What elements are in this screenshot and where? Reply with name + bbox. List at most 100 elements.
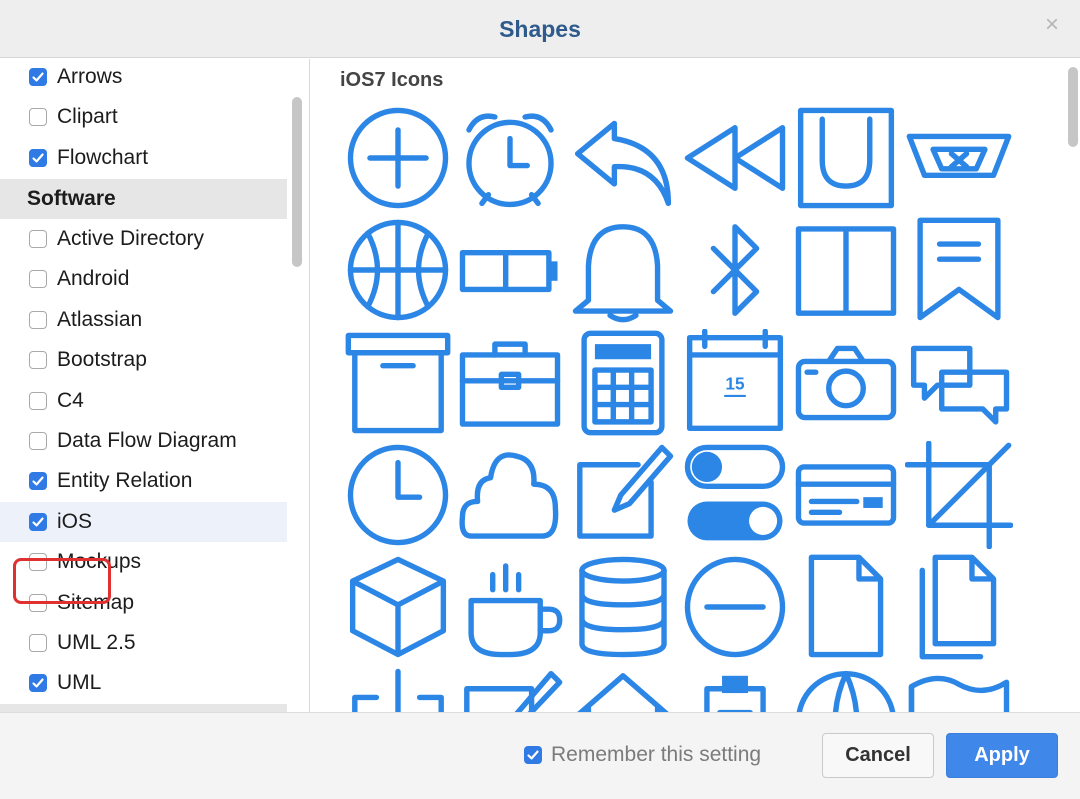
library-item-uml-2-5[interactable]: UML 2.5 — [0, 623, 287, 663]
archive-box-icon — [345, 332, 451, 434]
library-item-label: Flowchart — [57, 145, 149, 169]
basketball-icon — [347, 219, 449, 321]
library-checkbox[interactable] — [29, 512, 47, 531]
apply-button[interactable]: Apply — [946, 733, 1058, 778]
shape-alarm-clock[interactable] — [456, 104, 564, 212]
library-item-data-flow-diagram[interactable]: Data Flow Diagram — [0, 421, 287, 461]
bluetooth-icon — [710, 224, 760, 316]
shape-calculator[interactable] — [569, 329, 677, 437]
cancel-button[interactable]: Cancel — [822, 733, 934, 778]
library-item-atlassian[interactable]: Atlassian — [0, 300, 287, 340]
library-checkbox[interactable] — [29, 148, 47, 167]
shape-database[interactable] — [569, 553, 677, 661]
shape-calendar[interactable]: 15 — [681, 329, 789, 437]
shape-credit-card[interactable] — [792, 441, 900, 549]
remember-setting-checkbox[interactable]: Remember this setting — [524, 743, 761, 767]
library-checkbox[interactable] — [29, 674, 47, 693]
library-checkbox[interactable] — [29, 432, 47, 450]
shape-download[interactable] — [344, 665, 452, 712]
library-item-label: iOS — [57, 509, 93, 533]
library-item-mockups[interactable]: Mockups — [0, 542, 287, 582]
close-icon: × — [1044, 11, 1059, 38]
library-checkbox[interactable] — [29, 351, 47, 370]
shape-cube[interactable] — [344, 553, 452, 661]
shape-rewind[interactable] — [681, 104, 789, 212]
shape-toggle-switches[interactable] — [681, 441, 789, 549]
library-item-sitemap[interactable]: Sitemap — [0, 583, 287, 623]
library-item-entity-relation[interactable]: Entity Relation — [0, 461, 287, 501]
shape-magnet[interactable] — [792, 104, 900, 212]
shape-bookmark[interactable] — [905, 216, 1013, 324]
shape-battery[interactable] — [456, 216, 564, 324]
chat-bubbles-icon — [910, 345, 1010, 425]
shape-camera[interactable] — [792, 329, 900, 437]
rewind-icon — [684, 125, 786, 191]
library-item-c4[interactable]: C4 — [0, 381, 287, 421]
shape-clipboard[interactable] — [681, 665, 789, 712]
library-checkbox[interactable] — [29, 68, 47, 86]
shape-preview-panel: iOS7 Icons 15 — [311, 59, 1080, 712]
globe-icon — [796, 670, 896, 712]
minus-circle-icon — [684, 556, 786, 658]
shape-clock[interactable] — [344, 441, 452, 549]
shape-bluetooth[interactable] — [681, 216, 789, 324]
toggle-switches-icon — [684, 444, 786, 541]
remember-checkbox-box[interactable] — [524, 746, 542, 764]
library-item-label: UML 2.5 — [57, 631, 136, 654]
shape-briefcase[interactable] — [456, 329, 564, 437]
library-item-uml[interactable]: UML — [0, 663, 287, 703]
shape-flag[interactable] — [905, 665, 1013, 712]
shape-globe[interactable] — [792, 665, 900, 712]
cloud-icon — [459, 452, 559, 539]
bell-icon — [572, 224, 674, 323]
shape-edit[interactable] — [456, 665, 564, 712]
library-item-active-directory[interactable]: Active Directory — [0, 219, 287, 259]
close-button[interactable]: × — [1040, 12, 1064, 38]
svg-text:15: 15 — [725, 373, 745, 393]
library-item-android[interactable]: Android — [0, 259, 287, 299]
shape-open-book[interactable] — [792, 216, 900, 324]
library-item-bootstrap[interactable]: Bootstrap — [0, 340, 287, 380]
shape-chat-bubbles[interactable] — [905, 329, 1013, 437]
library-item-clipart[interactable]: Clipart — [0, 97, 287, 137]
shape-crop[interactable] — [905, 441, 1013, 549]
library-item-flowchart[interactable]: Flowchart — [0, 138, 287, 178]
shape-inbox-tray[interactable] — [905, 104, 1013, 212]
library-item-arrows[interactable]: Arrows — [0, 59, 287, 97]
shape-basketball[interactable] — [344, 216, 452, 324]
home-icon — [577, 673, 669, 712]
dialog-title: Shapes — [499, 16, 581, 42]
bookmark-icon — [917, 217, 1001, 321]
shape-coffee-cup[interactable] — [456, 553, 564, 661]
preview-scrollbar-thumb[interactable] — [1068, 67, 1078, 147]
library-item-label: Sitemap — [57, 590, 135, 614]
shape-reply[interactable] — [569, 104, 677, 212]
shape-documents[interactable] — [905, 553, 1013, 661]
reply-icon — [574, 120, 672, 207]
shape-minus-circle[interactable] — [681, 553, 789, 661]
library-item-label: Data Flow Diagram — [57, 429, 237, 452]
library-checkbox[interactable] — [29, 593, 47, 612]
calendar-icon: 15 — [686, 329, 784, 432]
library-item-label: Active Directory — [57, 227, 205, 250]
library-checkbox[interactable] — [29, 270, 47, 289]
camera-icon — [795, 345, 897, 421]
shape-document[interactable] — [792, 553, 900, 661]
library-item-ios[interactable]: iOS — [0, 501, 287, 542]
checkmark-icon — [527, 750, 539, 760]
library-item-label: Clipart — [57, 105, 118, 129]
shape-bell[interactable] — [569, 216, 677, 324]
library-checkbox[interactable] — [29, 472, 47, 491]
library-checkbox[interactable] — [29, 108, 47, 127]
shape-compose[interactable] — [569, 441, 677, 549]
library-checkbox[interactable] — [29, 391, 47, 410]
shape-archive-box[interactable] — [344, 329, 452, 437]
library-checkbox[interactable] — [29, 230, 47, 248]
library-checkbox[interactable] — [29, 310, 47, 329]
library-checkbox[interactable] — [29, 553, 47, 572]
sidebar-scrollbar-thumb[interactable] — [292, 97, 302, 267]
shape-add[interactable] — [344, 104, 452, 212]
library-checkbox[interactable] — [29, 634, 47, 652]
shape-home[interactable] — [569, 665, 677, 712]
shape-cloud[interactable] — [456, 441, 564, 549]
